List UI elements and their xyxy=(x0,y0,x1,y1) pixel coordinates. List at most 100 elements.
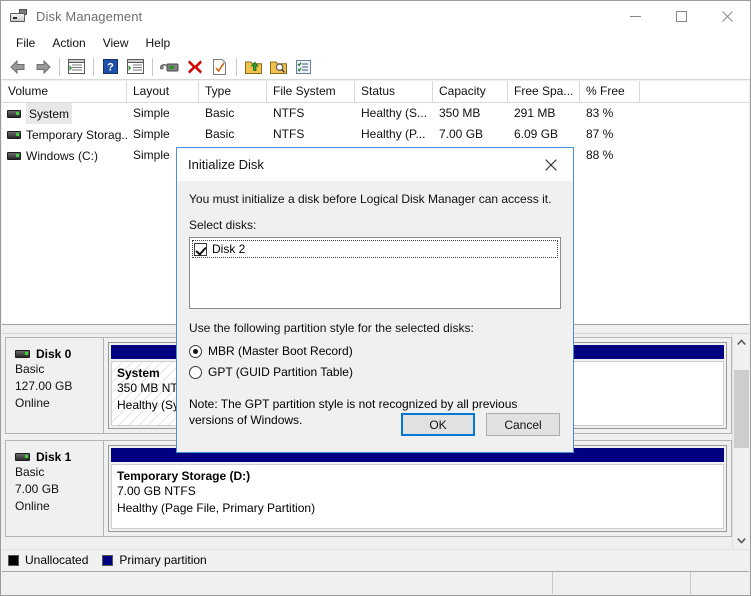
cell-file-system: NTFS xyxy=(273,127,305,141)
select-disks-label: Select disks: xyxy=(189,218,257,232)
disk-state-label: Online xyxy=(15,499,50,513)
disk-select-list[interactable]: Disk 2 xyxy=(189,237,561,309)
dialog-body: You must initialize a disk before Logica… xyxy=(177,181,573,452)
scroll-down-icon[interactable] xyxy=(733,532,750,549)
minimize-button[interactable] xyxy=(612,1,658,32)
help-icon[interactable]: ? xyxy=(98,55,123,79)
cell-percent-free: 87 % xyxy=(586,127,614,141)
show-hide-action-pane-icon[interactable] xyxy=(123,55,148,79)
table-row[interactable]: System Simple Basic NTFS Healthy (S... 3… xyxy=(2,103,749,124)
partition-status: Healthy (Page File, Primary Partition) xyxy=(117,501,316,515)
initialize-disk-dialog: Initialize Disk You must initialize a di… xyxy=(176,147,574,453)
status-pane-1 xyxy=(2,572,553,594)
disk-size-label: 7.00 GB xyxy=(15,482,60,496)
cell-layout: Simple xyxy=(133,127,170,141)
title-bar: Disk Management xyxy=(1,1,750,32)
column-header-status[interactable]: Status xyxy=(355,81,433,102)
partition-body: Temporary Storage (D:) 7.00 GB NTFS Heal… xyxy=(111,464,724,529)
column-header-type[interactable]: Type xyxy=(199,81,267,102)
cell-status: Healthy (P... xyxy=(361,127,426,141)
back-icon[interactable] xyxy=(5,55,30,79)
status-pane-2 xyxy=(553,572,691,594)
volume-list-header: Volume Layout Type File System Status Ca… xyxy=(2,81,749,103)
forward-icon[interactable] xyxy=(30,55,55,79)
cell-layout: Simple xyxy=(133,106,170,120)
svg-text:?: ? xyxy=(107,62,114,74)
cell-volume-label: Temporary Storag... xyxy=(26,127,127,142)
column-header-volume[interactable]: Volume xyxy=(2,81,127,102)
dialog-title: Initialize Disk xyxy=(188,157,264,172)
cell-volume: Windows (C:) xyxy=(2,145,127,166)
disk-size-label: 127.00 GB xyxy=(15,379,73,393)
menu-view[interactable]: View xyxy=(95,33,138,53)
partition-temporary-storage[interactable]: Temporary Storage (D:) 7.00 GB NTFS Heal… xyxy=(108,445,727,532)
cell-volume-label: Windows (C:) xyxy=(26,148,99,163)
disk-checkbox[interactable] xyxy=(194,242,207,256)
menu-file[interactable]: File xyxy=(8,33,44,53)
column-header-layout[interactable]: Layout xyxy=(127,81,199,102)
disk-icon xyxy=(15,453,30,461)
disk-title-1: Disk 1 xyxy=(15,450,103,464)
disk-type-label: Basic xyxy=(15,362,45,376)
close-button[interactable] xyxy=(704,1,750,32)
legend: Unallocated Primary partition xyxy=(2,549,749,570)
search-icon[interactable] xyxy=(266,55,291,79)
disk-management-icon xyxy=(10,8,28,25)
window-title: Disk Management xyxy=(36,9,143,24)
rescan-disks-icon[interactable] xyxy=(157,55,182,79)
disk-info-1[interactable]: Disk 1 Basic 7.00 GB Online xyxy=(5,440,104,537)
column-header-percent-free[interactable]: % Free xyxy=(580,81,640,102)
export-list-icon[interactable] xyxy=(241,55,266,79)
radio-mbr[interactable]: MBR (Master Boot Record) xyxy=(189,341,561,361)
toolbar-separator xyxy=(236,57,237,76)
table-row[interactable]: Temporary Storag... Simple Basic NTFS He… xyxy=(2,124,749,145)
partition-name: Temporary Storage (D:) xyxy=(117,469,251,483)
scrollbar-thumb[interactable] xyxy=(734,370,749,448)
disk-row-1[interactable]: Disk 1 Basic 7.00 GB Online Temporary St… xyxy=(5,440,732,540)
menu-help[interactable]: Help xyxy=(138,33,180,53)
disk-name-label: Disk 0 xyxy=(36,347,72,361)
column-header-filler xyxy=(640,81,749,102)
cell-capacity: 7.00 GB xyxy=(439,127,484,141)
show-hide-console-tree-icon[interactable] xyxy=(64,55,89,79)
disk-list-item[interactable]: Disk 2 xyxy=(192,240,558,258)
cell-status: Healthy (S... xyxy=(361,106,428,120)
scrollbar-track[interactable] xyxy=(733,351,750,532)
delete-icon[interactable] xyxy=(182,55,207,79)
legend-label-primary-partition: Primary partition xyxy=(119,553,207,567)
cell-volume: System xyxy=(2,103,127,124)
cell-volume-label: System xyxy=(26,103,73,124)
radio-mbr-indicator[interactable] xyxy=(189,344,202,358)
toolbar-separator xyxy=(152,57,153,76)
menu-bar: File Action View Help xyxy=(1,32,750,54)
cell-file-system: NTFS xyxy=(273,106,305,120)
cancel-button[interactable]: Cancel xyxy=(486,413,560,436)
column-header-free-space[interactable]: Free Spa... xyxy=(508,81,580,102)
disk-title-0: Disk 0 xyxy=(15,347,103,361)
legend-swatch-primary-partition xyxy=(102,554,114,566)
column-header-file-system[interactable]: File System xyxy=(267,81,355,102)
disk-name-label: Disk 1 xyxy=(36,450,72,464)
menu-action[interactable]: Action xyxy=(44,33,94,53)
ok-button[interactable]: OK xyxy=(401,413,475,436)
radio-gpt-indicator[interactable] xyxy=(189,365,202,379)
partition-size: 350 MB NTFS xyxy=(117,381,191,395)
properties-icon[interactable] xyxy=(207,55,232,79)
cell-type: Basic xyxy=(205,127,235,141)
status-bar xyxy=(2,571,749,595)
partition-status: Healthy (Sys... xyxy=(117,398,191,412)
disk-label: Disk 2 xyxy=(212,242,246,256)
partition-size: 7.00 GB NTFS xyxy=(117,484,196,498)
maximize-button[interactable] xyxy=(658,1,704,32)
dialog-close-button[interactable] xyxy=(529,148,573,181)
disk-info-0[interactable]: Disk 0 Basic 127.00 GB Online xyxy=(5,337,104,434)
disk-partitions-1: Temporary Storage (D:) 7.00 GB NTFS Heal… xyxy=(104,440,732,537)
cell-percent-free: 88 % xyxy=(586,148,614,162)
checklist-icon[interactable] xyxy=(291,55,316,79)
scroll-up-icon[interactable] xyxy=(733,334,750,351)
column-header-capacity[interactable]: Capacity xyxy=(433,81,508,102)
radio-gpt[interactable]: GPT (GUID Partition Table) xyxy=(189,362,561,382)
graphview-scrollbar[interactable] xyxy=(732,334,749,549)
legend-label-unallocated: Unallocated xyxy=(25,553,89,567)
cell-type: Basic xyxy=(205,106,235,120)
